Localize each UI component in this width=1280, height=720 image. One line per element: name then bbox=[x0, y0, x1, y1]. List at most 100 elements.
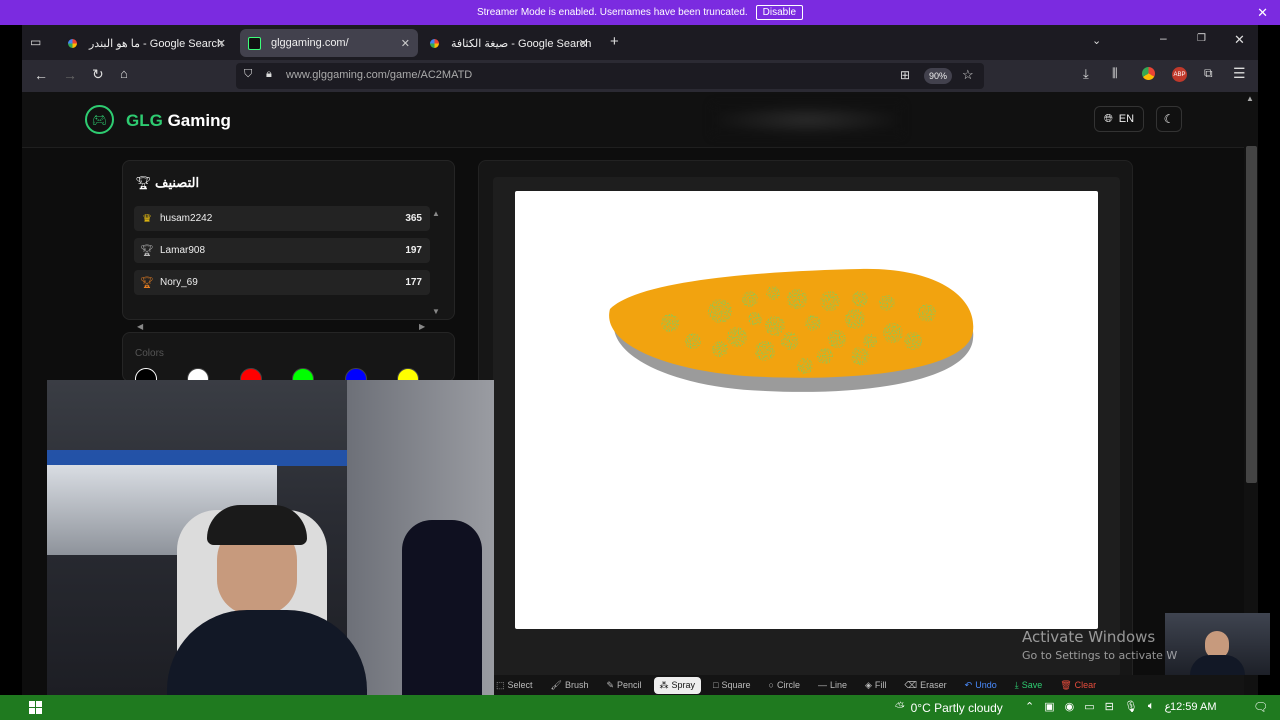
url-text[interactable]: www.glggaming.com/game/AC2MATD bbox=[286, 69, 472, 81]
moon-icon[interactable]: ☾ bbox=[1156, 106, 1182, 132]
glg-icon bbox=[248, 36, 261, 50]
shield-icon[interactable]: ⛉ bbox=[244, 68, 252, 81]
logo-text-white: Gaming bbox=[162, 111, 231, 130]
bookmark-star-icon[interactable]: ☆ bbox=[962, 67, 974, 83]
circle-tool-button[interactable]: ○ Circle bbox=[763, 677, 806, 693]
network-icon[interactable]: ⊟ bbox=[1105, 700, 1114, 713]
tab-list-icon[interactable]: ▭ bbox=[30, 35, 41, 49]
close-window-icon[interactable]: ✕ bbox=[1234, 32, 1245, 48]
home-icon[interactable]: ⌂ bbox=[120, 66, 128, 81]
pencil-tool-button[interactable]: ✎ Pencil bbox=[600, 677, 647, 694]
select-tool-button[interactable]: ⬚ Select bbox=[490, 677, 539, 694]
activate-title: Activate Windows bbox=[1022, 628, 1156, 646]
line-tool-button[interactable]: — Line bbox=[812, 677, 853, 693]
microphone-icon[interactable]: 🎙︎ bbox=[1124, 700, 1138, 713]
tool-label: Pencil bbox=[617, 680, 642, 690]
tool-label: Line bbox=[829, 680, 847, 690]
forward-icon[interactable]: → bbox=[63, 67, 77, 83]
back-icon[interactable]: ← bbox=[34, 67, 48, 83]
tool-label: Spray bbox=[671, 680, 696, 690]
minimize-icon[interactable]: – bbox=[1160, 31, 1167, 45]
fill-icon: ◈ bbox=[865, 679, 872, 690]
player-name: Lamar908 bbox=[160, 245, 206, 256]
notification-icon[interactable]: 🗨︎ bbox=[1253, 700, 1268, 714]
save-button[interactable]: ⤓ Save bbox=[1009, 677, 1049, 694]
tab-google-search-1[interactable]: ما هو البندر - Google Search ✕ bbox=[58, 29, 234, 57]
spray-tool-button[interactable]: ⁂ Spray bbox=[653, 676, 702, 694]
trophy-icon: 🏆︎ bbox=[140, 277, 154, 289]
eraser-tool-button[interactable]: ⌫ Eraser bbox=[898, 677, 952, 694]
battery-icon[interactable]: ▭ bbox=[1084, 700, 1094, 713]
tab-google-search-2[interactable]: صيغة الكثافة - Google Search ✕ bbox=[420, 29, 596, 57]
chair-dark bbox=[402, 520, 482, 720]
colors-panel: Colors bbox=[122, 332, 455, 390]
fill-tool-button[interactable]: ◈ Fill bbox=[859, 677, 892, 694]
leaderboard-title: التصنيف bbox=[155, 175, 200, 190]
webcam-small-overlay bbox=[1165, 613, 1270, 675]
clock[interactable]: 12:59 AM bbox=[1170, 701, 1216, 713]
brush-tool-button[interactable]: 🖌︎ Brush bbox=[545, 677, 595, 694]
tray-app-icon[interactable]: ▣ bbox=[1044, 700, 1054, 713]
url-bar[interactable]: ⛉ 🔒︎ www.glggaming.com/game/AC2MATD ⊞ 90… bbox=[236, 63, 984, 89]
player-name: Nory_69 bbox=[160, 277, 198, 288]
menu-icon[interactable]: ☰ bbox=[1233, 65, 1246, 82]
headphones bbox=[207, 505, 307, 545]
weather-widget[interactable]: ⛅︎ 0°C Partly cloudy bbox=[895, 700, 1003, 715]
tool-label: Brush bbox=[564, 680, 589, 690]
new-tab-icon[interactable]: + bbox=[610, 33, 619, 50]
zoom-level-badge[interactable]: 90% bbox=[924, 68, 953, 84]
webcam-overlay bbox=[47, 380, 494, 720]
leaderboard-row: 🏆︎ Lamar908 197 bbox=[134, 238, 430, 263]
windows-start-icon[interactable] bbox=[29, 701, 42, 714]
downloads-icon[interactable]: ⤓ bbox=[1083, 66, 1089, 82]
spray-icon: ⁂ bbox=[659, 679, 669, 690]
scroll-left-icon[interactable]: ◀ bbox=[137, 322, 143, 331]
colors-label: Colors bbox=[135, 348, 164, 359]
scroll-up-icon[interactable]: ▲ bbox=[1246, 94, 1254, 103]
tray-record-icon[interactable]: ◉ bbox=[1065, 700, 1075, 713]
library-icon[interactable]: ⫼ bbox=[1112, 66, 1118, 81]
undo-button[interactable]: ↶ Undo bbox=[959, 677, 1003, 694]
clear-button[interactable]: 🗑︎ Clear bbox=[1054, 677, 1102, 694]
tool-label: Square bbox=[721, 680, 751, 690]
close-icon[interactable]: ✕ bbox=[1257, 5, 1268, 21]
drawing-canvas[interactable] bbox=[515, 191, 1098, 629]
activate-windows-watermark: Activate Windows Go to Settings to activ… bbox=[1022, 628, 1177, 662]
google-icon bbox=[428, 36, 441, 50]
language-button[interactable]: 🌐︎ EN bbox=[1094, 106, 1144, 132]
tool-label: Save bbox=[1021, 680, 1043, 690]
site-logo[interactable]: GLG Gaming bbox=[126, 111, 231, 131]
close-tab-icon[interactable]: ✕ bbox=[579, 37, 588, 50]
speaker-icon[interactable]: 🔈︎ bbox=[1148, 700, 1155, 713]
weather-text: 0°C Partly cloudy bbox=[910, 700, 1003, 715]
restore-icon[interactable]: ❐ bbox=[1197, 33, 1206, 44]
tool-label: Select bbox=[507, 680, 533, 690]
close-tab-icon[interactable]: ✕ bbox=[401, 37, 410, 50]
scroll-right-icon[interactable]: ▶ bbox=[419, 322, 425, 331]
chrome-extension-icon[interactable] bbox=[1142, 67, 1155, 80]
disable-streamer-mode-button[interactable]: Disable bbox=[755, 5, 804, 20]
leaderboard-row: 🏆︎ Nory_69 177 bbox=[134, 270, 430, 295]
streamer-mode-message: Streamer Mode is enabled. Usernames have… bbox=[476, 7, 748, 18]
close-tab-icon[interactable]: ✕ bbox=[217, 37, 226, 50]
tool-label: Clear bbox=[1074, 680, 1097, 690]
chevron-down-icon[interactable]: ⌄ bbox=[1092, 34, 1101, 47]
line-icon: — bbox=[817, 680, 827, 690]
tab-glggaming[interactable]: glggaming.com/ ✕ bbox=[240, 29, 418, 57]
circle-icon: ○ bbox=[768, 680, 774, 690]
page-scrollbar[interactable] bbox=[1244, 92, 1258, 695]
lock-icon[interactable]: 🔒︎ bbox=[266, 68, 272, 81]
gamepad-icon[interactable]: 🎮︎ bbox=[85, 105, 114, 134]
tool-label: Eraser bbox=[920, 680, 947, 690]
reload-icon[interactable]: ↻ bbox=[92, 66, 104, 83]
adblock-icon[interactable]: ABP bbox=[1172, 67, 1187, 82]
scroll-down-icon[interactable]: ▼ bbox=[432, 307, 440, 316]
square-tool-button[interactable]: □ Square bbox=[707, 677, 756, 693]
logo-text-green: GLG bbox=[126, 111, 163, 130]
scroll-up-icon[interactable]: ▲ bbox=[432, 209, 440, 218]
leaderboard-row: ♛ husam2242 365 bbox=[134, 206, 430, 231]
extensions-icon[interactable]: ⧉ bbox=[1204, 66, 1213, 81]
chevron-up-icon[interactable]: ⌃ bbox=[1025, 700, 1034, 713]
scrollbar-thumb[interactable] bbox=[1246, 146, 1257, 483]
reader-view-icon[interactable]: ⊞ bbox=[900, 68, 910, 82]
